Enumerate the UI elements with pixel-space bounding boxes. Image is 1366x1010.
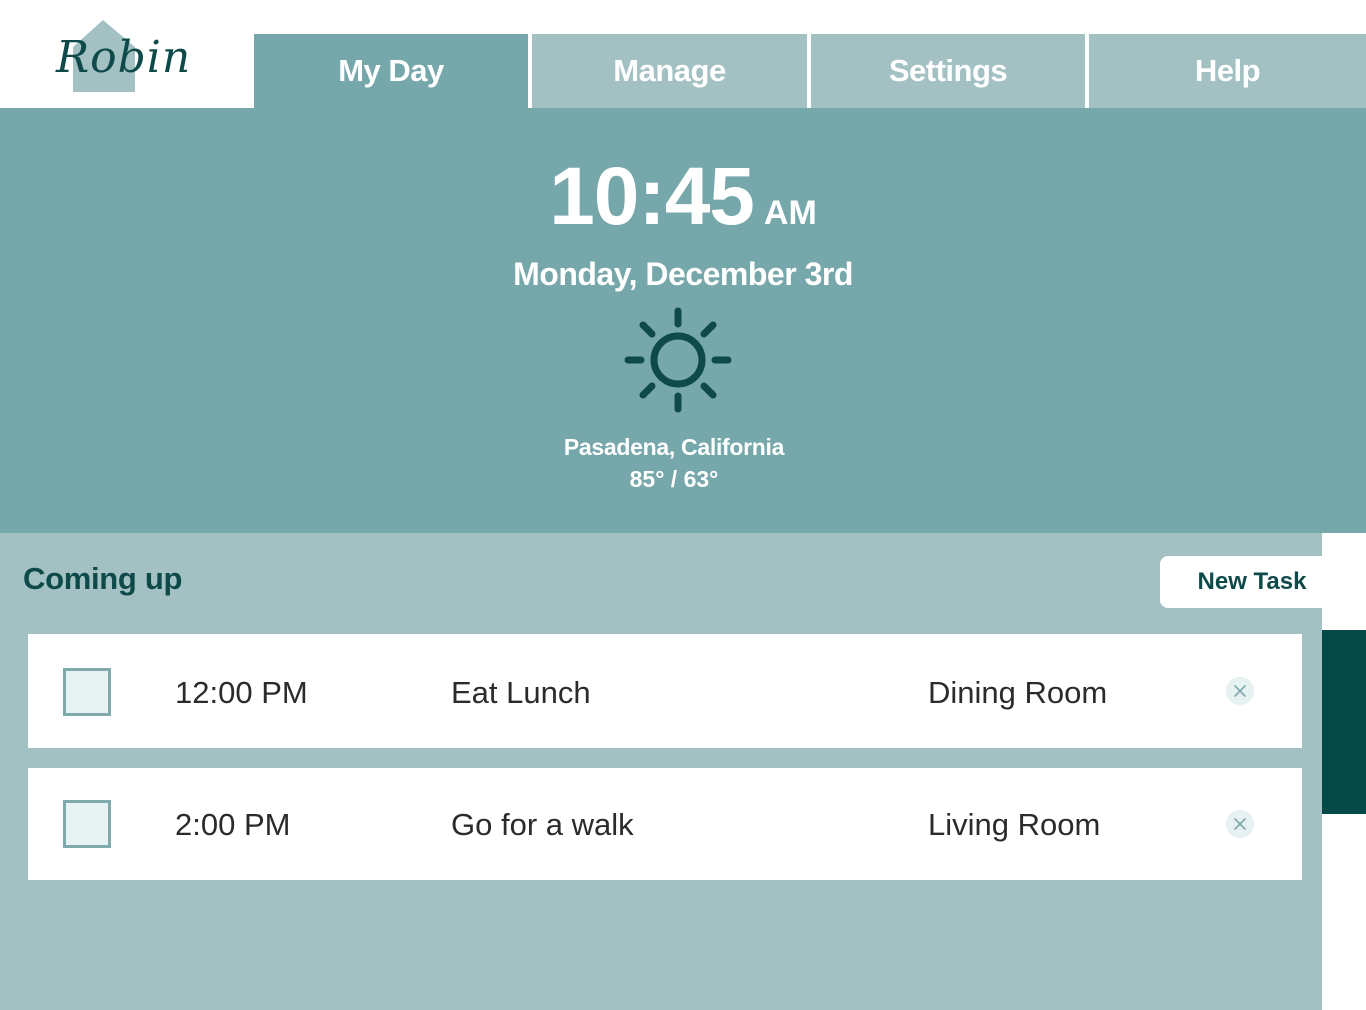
clock-ampm: AM [763,194,817,232]
date-label: Monday, December 3rd [513,256,853,292]
today-panel: 10:45 AM Monday, December 3rd Pasadena, C… [0,108,1366,533]
new-task-button[interactable]: New Task [1160,556,1344,608]
tab-label: My Day [338,53,444,88]
weather-temps: 85° / 63° [629,466,719,492]
task-time: 12:00 PM [175,675,308,710]
logo-text: Robin [56,32,192,83]
task-checkbox[interactable] [63,668,111,716]
logo[interactable]: Robin [0,0,254,108]
tab-label: Manage [613,53,726,88]
section-title: Coming up [23,561,183,596]
sun-icon [624,307,732,413]
task-room: Dining Room [928,675,1108,710]
tab-help[interactable]: Help [1089,34,1366,108]
task-row: 12:00 PM Eat Lunch Dining Room [28,634,1302,748]
tab-settings[interactable]: Settings [811,34,1085,108]
close-icon [1234,818,1246,830]
clock-time: 10:45 [549,151,755,242]
task-row: 2:00 PM Go for a walk Living Room [28,768,1302,880]
tab-my-day[interactable]: My Day [254,34,528,108]
task-name: Go for a walk [451,807,634,842]
close-icon [1234,685,1246,697]
task-name: Eat Lunch [451,675,591,710]
tab-manage[interactable]: Manage [532,34,807,108]
remove-task-button[interactable] [1226,677,1254,705]
scrollbar[interactable] [1322,630,1366,1010]
weather-location: Pasadena, California [563,434,785,460]
scrollbar-thumb[interactable] [1322,630,1366,814]
top-navigation: Robin My Day Manage Settings Help [0,0,1366,108]
remove-task-button[interactable] [1226,810,1254,838]
coming-up-section: Coming up New Task 12:00 PM Eat Lunch Di… [0,533,1344,1010]
task-time: 2:00 PM [175,807,291,842]
task-checkbox[interactable] [63,800,111,848]
tab-label: Settings [888,53,1008,88]
clock: 10:45 AM [0,156,1366,238]
task-room: Living Room [928,807,1101,842]
tab-label: Help [1194,53,1261,88]
